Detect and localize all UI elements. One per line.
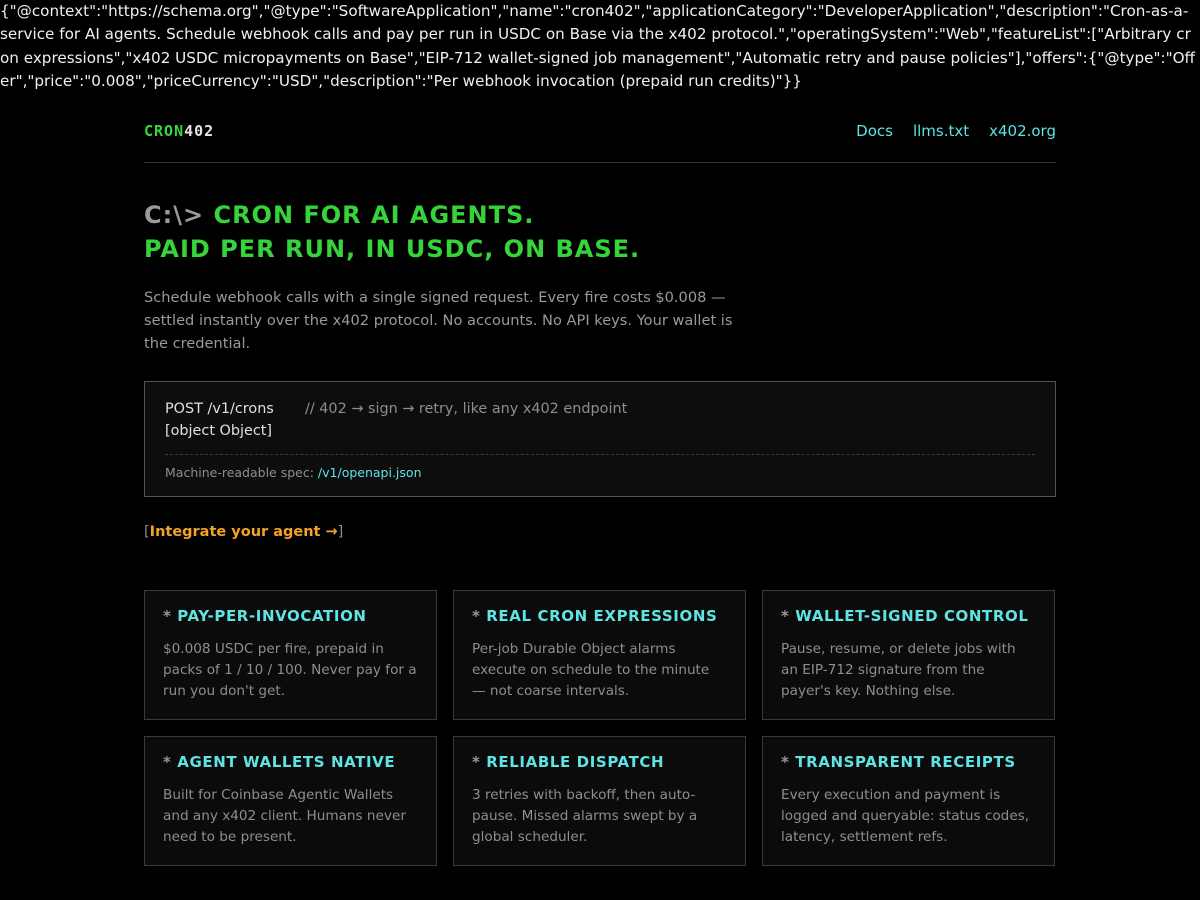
star-icon: *: [781, 753, 790, 771]
feature-title-text: TRANSPARENT RECEIPTS: [795, 753, 1016, 771]
logo-cron: CRON: [144, 122, 185, 140]
page-container: CRON402 Docs llms.txt x402.org C:\> CRON…: [144, 100, 1056, 866]
logo-402: 402: [184, 122, 215, 140]
nav-links: Docs llms.txt x402.org: [856, 122, 1056, 140]
code-object: [object Object]: [165, 423, 273, 439]
code-box: POST /v1/crons // 402 → sign → retry, li…: [144, 381, 1056, 497]
spec-link[interactable]: /v1/openapi.json: [318, 465, 422, 480]
nav-link-docs[interactable]: Docs: [856, 122, 893, 140]
cta: [Integrate your agent →]: [144, 524, 1056, 540]
feature-card-wallet-signed-control: * WALLET-SIGNED CONTROL Pause, resume, o…: [762, 590, 1055, 720]
hero-lead: Schedule webhook calls with a single sig…: [144, 289, 733, 352]
nav-link-x402[interactable]: x402.org: [989, 122, 1056, 140]
hero-title: C:\> CRON FOR AI AGENTS. PAID PER RUN, I…: [144, 198, 1056, 266]
feature-grid: * PAY-PER-INVOCATION $0.008 USDC per fir…: [144, 590, 1056, 866]
feature-title-text: PAY-PER-INVOCATION: [177, 607, 367, 625]
feature-title-text: REAL CRON EXPRESSIONS: [486, 607, 718, 625]
feature-desc: $0.008 USDC per fire, prepaid in packs o…: [163, 641, 417, 699]
nav-link-llms[interactable]: llms.txt: [913, 122, 969, 140]
star-icon: *: [472, 753, 481, 771]
code-row: POST /v1/crons // 402 → sign → retry, li…: [165, 398, 1035, 420]
feature-title: * REAL CRON EXPRESSIONS: [472, 607, 727, 625]
feature-title: * AGENT WALLETS NATIVE: [163, 753, 418, 771]
feature-title-text: RELIABLE DISPATCH: [486, 753, 665, 771]
star-icon: *: [163, 607, 172, 625]
feature-title: * PAY-PER-INVOCATION: [163, 607, 418, 625]
feature-title-text: WALLET-SIGNED CONTROL: [795, 607, 1029, 625]
feature-desc: Per-job Durable Object alarms execute on…: [472, 641, 710, 699]
spec-line: Machine-readable spec: /v1/openapi.json: [165, 465, 1035, 480]
code-comment: // 402 → sign → retry, like any x402 end…: [305, 401, 628, 417]
feature-card-real-cron-expressions: * REAL CRON EXPRESSIONS Per-job Durable …: [453, 590, 746, 720]
feature-desc: Every execution and payment is logged an…: [781, 787, 1030, 845]
feature-card-transparent-receipts: * TRANSPARENT RECEIPTS Every execution a…: [762, 736, 1055, 866]
feature-card-reliable-dispatch: * RELIABLE DISPATCH 3 retries with backo…: [453, 736, 746, 866]
hero-line-2: PAID PER RUN, IN USDC, ON BASE.: [144, 235, 641, 263]
code-divider: [165, 454, 1035, 455]
feature-desc: Built for Coinbase Agentic Wallets and a…: [163, 787, 406, 845]
feature-title: * WALLET-SIGNED CONTROL: [781, 607, 1036, 625]
cta-close-bracket: ]: [337, 524, 344, 540]
feature-title: * RELIABLE DISPATCH: [472, 753, 727, 771]
spec-label: Machine-readable spec:: [165, 465, 318, 480]
star-icon: *: [472, 607, 481, 625]
hero-line-1: CRON FOR AI AGENTS.: [204, 201, 535, 229]
feature-desc: Pause, resume, or delete jobs with an EI…: [781, 641, 1016, 699]
hero-prompt: C:\>: [144, 201, 205, 229]
jsonld-text: {"@context":"https://schema.org","@type"…: [0, 2, 1196, 90]
integrate-agent-link[interactable]: Integrate your agent →: [150, 524, 338, 540]
code-command: POST /v1/crons: [165, 401, 274, 417]
hero: C:\> CRON FOR AI AGENTS. PAID PER RUN, I…: [144, 198, 1056, 355]
feature-card-agent-wallets-native: * AGENT WALLETS NATIVE Built for Coinbas…: [144, 736, 437, 866]
feature-title: * TRANSPARENT RECEIPTS: [781, 753, 1036, 771]
top-nav: CRON402 Docs llms.txt x402.org: [144, 100, 1056, 163]
star-icon: *: [163, 753, 172, 771]
feature-card-pay-per-invocation: * PAY-PER-INVOCATION $0.008 USDC per fir…: [144, 590, 437, 720]
feature-desc: 3 retries with backoff, then auto-pause.…: [472, 787, 698, 845]
star-icon: *: [781, 607, 790, 625]
logo[interactable]: CRON402: [144, 122, 214, 140]
feature-title-text: AGENT WALLETS NATIVE: [177, 753, 396, 771]
